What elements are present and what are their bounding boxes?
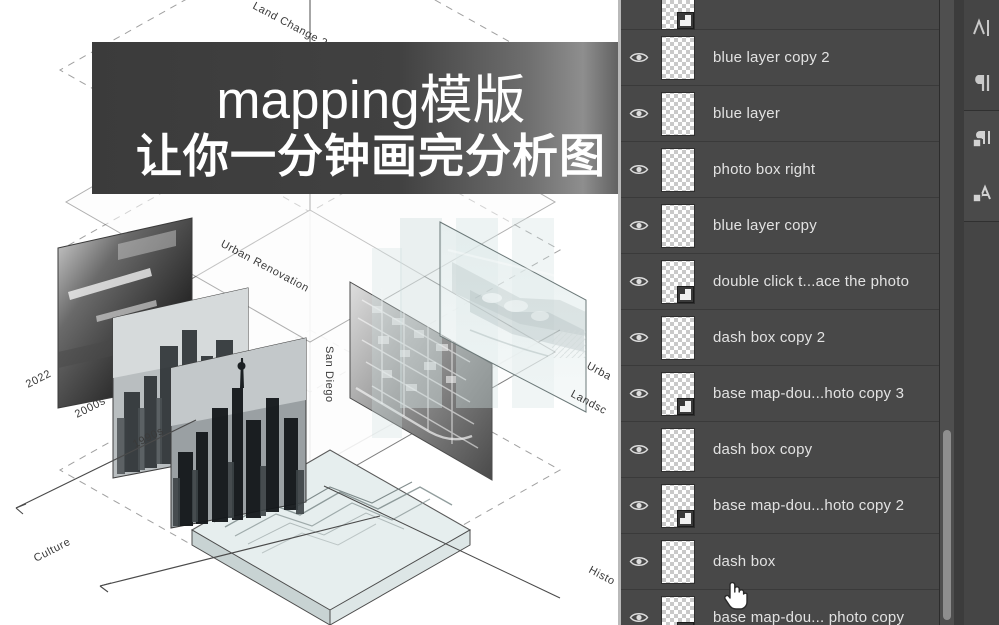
- eye-icon: [629, 221, 649, 230]
- character-panel-icon[interactable]: [964, 0, 999, 55]
- layer-thumbnail[interactable]: [661, 259, 695, 304]
- eye-icon: [629, 165, 649, 174]
- layer-row[interactable]: base map-dou...hoto copy 3: [621, 366, 939, 422]
- label-urban-right: Urba: [585, 360, 614, 383]
- layer-visibility-toggle[interactable]: [621, 555, 657, 568]
- layer-row[interactable]: blue layer copy 2: [621, 30, 939, 86]
- eye-icon: [629, 557, 649, 566]
- layer-visibility-toggle[interactable]: [621, 331, 657, 344]
- layer-visibility-toggle[interactable]: [621, 499, 657, 512]
- tool-dock: [964, 0, 999, 625]
- layer-row[interactable]: photo box right: [621, 142, 939, 198]
- layer-name: photo box right: [713, 161, 816, 178]
- layer-name: base map-dou...hoto copy 3: [713, 385, 905, 402]
- eye-icon: [629, 613, 649, 622]
- eye-icon: [629, 445, 649, 454]
- label-san-diego: San Diego: [323, 346, 335, 403]
- eye-icon: [629, 277, 649, 286]
- layer-thumbnail[interactable]: [661, 539, 695, 584]
- layer-thumbnail[interactable]: [661, 427, 695, 472]
- eye-icon: [629, 501, 649, 510]
- layer-row[interactable]: dash box: [621, 534, 939, 590]
- layer-thumbnail[interactable]: [661, 147, 695, 192]
- layer-name: dash box copy: [713, 441, 813, 458]
- layer-visibility-toggle[interactable]: [621, 611, 657, 624]
- layer-row[interactable]: double click t...ace the photo: [621, 254, 939, 310]
- label-culture: Culture: [32, 536, 73, 565]
- layer-row[interactable]: blue layer: [621, 86, 939, 142]
- layer-name: blue layer: [713, 105, 781, 122]
- title-banner: mapping模版 让你一分钟画完分析图: [92, 42, 650, 194]
- smart-object-badge-icon: [677, 621, 694, 625]
- layers-panel[interactable]: double click t...ace the photo blue layer…: [621, 0, 939, 625]
- layer-thumbnail[interactable]: [661, 91, 695, 136]
- layer-row[interactable]: dash box copy: [621, 422, 939, 478]
- layer-name: blue layer copy 2: [713, 49, 830, 66]
- smart-object-badge-icon: [677, 12, 694, 29]
- smart-object-badge-icon: [677, 509, 694, 527]
- layer-thumbnail[interactable]: [661, 315, 695, 360]
- eye-icon: [629, 389, 649, 398]
- layer-visibility-toggle[interactable]: [621, 163, 657, 176]
- layer-thumbnail[interactable]: [661, 35, 695, 80]
- eye-icon: [629, 53, 649, 62]
- layers-scrollbar-thumb[interactable]: [943, 430, 951, 620]
- layer-thumbnail[interactable]: [661, 0, 695, 30]
- layer-row[interactable]: dash box copy 2: [621, 310, 939, 366]
- layer-thumbnail[interactable]: [661, 203, 695, 248]
- photoshop-window: Land Change 2 Urban Renovation San Diego…: [0, 0, 999, 625]
- label-2022: 2022: [24, 368, 53, 391]
- layer-visibility-toggle[interactable]: [621, 275, 657, 288]
- layer-name: base map-dou... photo copy: [713, 609, 905, 625]
- panel-gutter: [954, 0, 964, 625]
- photo-panel-skyline-front: [170, 337, 307, 529]
- layer-row[interactable]: base map-dou... photo copy: [621, 590, 939, 625]
- layer-thumbnail[interactable]: [661, 483, 695, 528]
- layer-visibility-toggle[interactable]: [621, 219, 657, 232]
- layer-name: base map-dou...hoto copy 2: [713, 497, 905, 514]
- layer-name: dash box: [713, 553, 776, 570]
- layer-visibility-toggle[interactable]: [621, 387, 657, 400]
- banner-line-2: 让你一分钟画完分析图: [136, 130, 606, 182]
- photoshop-panel-area: double click t...ace the photo blue layer…: [618, 0, 999, 625]
- eye-icon: [629, 333, 649, 342]
- label-history-right: Histo: [587, 564, 617, 588]
- character-styles-icon[interactable]: [964, 111, 999, 166]
- smart-object-badge-icon: [677, 285, 694, 303]
- layer-row[interactable]: blue layer copy: [621, 198, 939, 254]
- paragraph-panel-icon[interactable]: [964, 55, 999, 110]
- layer-name: blue layer copy: [713, 217, 817, 234]
- layer-row[interactable]: base map-dou...hoto copy 2: [621, 478, 939, 534]
- eye-icon: [629, 109, 649, 118]
- layer-visibility-toggle[interactable]: [621, 107, 657, 120]
- dock-group-text-panels: [964, 0, 999, 111]
- layer-thumbnail[interactable]: [661, 595, 695, 625]
- layer-visibility-toggle[interactable]: [621, 443, 657, 456]
- paragraph-styles-icon[interactable]: [964, 166, 999, 221]
- layer-row[interactable]: double click t...ace the photo: [621, 0, 939, 30]
- layer-name: double click t...ace the photo: [713, 273, 910, 290]
- dock-group-styles: [964, 111, 999, 222]
- layer-thumbnail[interactable]: [661, 371, 695, 416]
- smart-object-badge-icon: [677, 397, 694, 415]
- layer-name: dash box copy 2: [713, 329, 826, 346]
- layer-visibility-toggle[interactable]: [621, 51, 657, 64]
